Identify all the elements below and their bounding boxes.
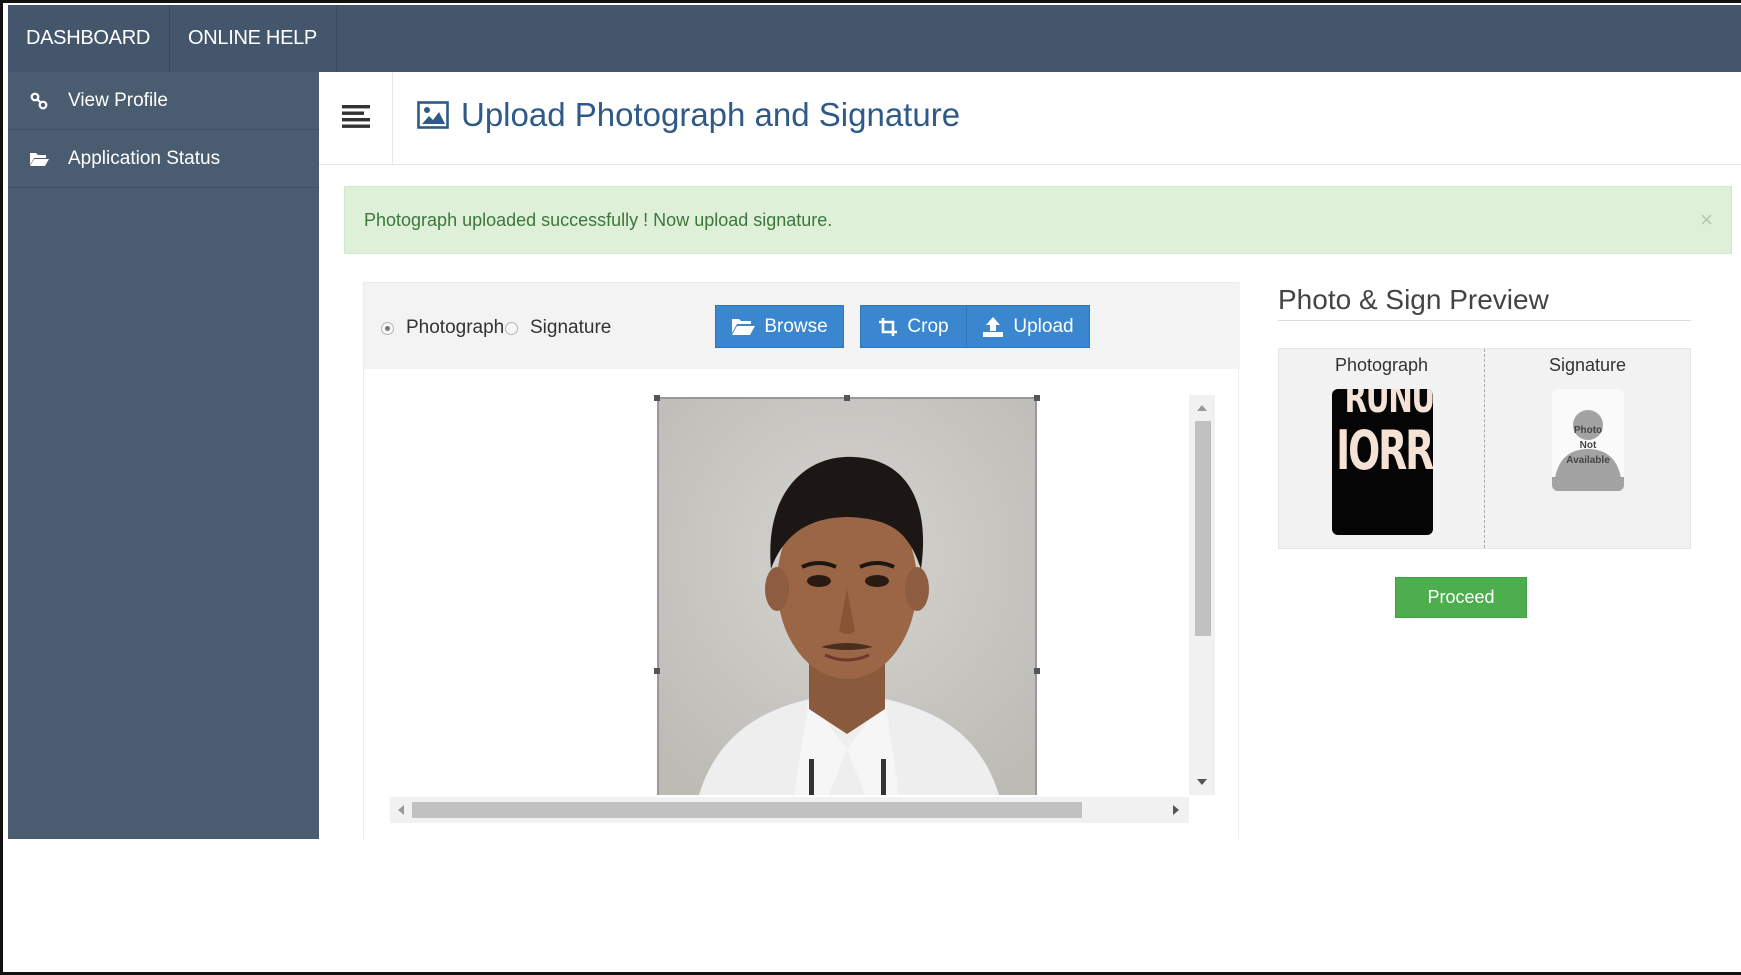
page-title: Upload Photograph and Signature [417, 96, 960, 134]
crop-handle[interactable] [1034, 395, 1040, 401]
upload-button[interactable]: Upload [966, 305, 1090, 348]
portrait-image [659, 399, 1035, 795]
upload-toolbar: Photograph Signature Browse Crop Upload [364, 283, 1240, 369]
proceed-button[interactable]: Proceed [1395, 577, 1527, 618]
sidebar-item-view-profile[interactable]: View Profile [8, 72, 319, 130]
page-title-text: Upload Photograph and Signature [461, 96, 961, 133]
browse-button[interactable]: Browse [715, 305, 844, 348]
nav-dashboard[interactable]: DASHBOARD [8, 5, 170, 72]
crop-editor[interactable] [390, 395, 1216, 825]
vertical-scrollbar[interactable] [1189, 395, 1215, 795]
scroll-down-arrow-icon[interactable] [1197, 779, 1207, 785]
radio-dot-selected[interactable] [381, 321, 394, 335]
preview-sign-label: Signature [1548, 355, 1627, 375]
radio-photograph-label: Photograph [406, 317, 505, 338]
crop-handle[interactable] [654, 668, 660, 674]
scroll-up-arrow-icon[interactable] [1197, 405, 1207, 411]
crop-icon [878, 317, 898, 337]
preview-divider-line [1278, 320, 1691, 321]
radio-signature-label: Signature [530, 317, 612, 338]
preview-photo-label: Photograph [1334, 355, 1429, 375]
horizontal-scrollbar[interactable] [390, 797, 1189, 823]
sidebar-item-label: View Profile [68, 89, 168, 111]
preview-divider [1484, 349, 1485, 548]
upload-icon [982, 316, 1004, 338]
top-nav: DASHBOARD ONLINE HELP [8, 5, 1741, 72]
radio-signature[interactable]: Signature [505, 317, 611, 339]
placeholder-line: Photo [1573, 425, 1603, 436]
crop-handle[interactable] [654, 395, 660, 401]
preview-title: Photo & Sign Preview [1278, 284, 1549, 315]
alert-close-button[interactable]: × [1700, 187, 1713, 253]
nav-online-help[interactable]: ONLINE HELP [170, 5, 337, 72]
image-icon [417, 101, 449, 129]
photo-thumb-text: RUNU [1344, 389, 1434, 422]
photo-not-available-text: Photo Not Available [1552, 423, 1624, 468]
photo-thumbnail: RUNU IORRO [1332, 389, 1433, 535]
crop-button[interactable]: Crop [860, 305, 967, 348]
crop-label: Crop [907, 315, 949, 337]
vertical-scroll-thumb[interactable] [1195, 421, 1211, 636]
radio-photograph[interactable]: Photograph [381, 317, 504, 339]
crop-canvas[interactable] [390, 395, 1190, 795]
uploaded-photo[interactable] [657, 397, 1037, 795]
link-icon [28, 90, 50, 112]
placeholder-line: Available [1566, 455, 1610, 466]
crop-handle[interactable] [844, 395, 850, 401]
folder-open-icon [731, 317, 756, 336]
sidebar: View Profile Application Status [8, 72, 319, 839]
photo-thumb-text: IORRO [1336, 419, 1433, 482]
success-alert: Photograph uploaded successfully ! Now u… [344, 186, 1732, 254]
signature-placeholder: Photo Not Available [1552, 389, 1624, 491]
scroll-right-arrow-icon[interactable] [1173, 805, 1179, 815]
alert-message: Photograph uploaded successfully ! Now u… [364, 210, 833, 230]
placeholder-line: Not [1579, 440, 1597, 451]
browse-label: Browse [764, 315, 828, 337]
scroll-left-arrow-icon[interactable] [398, 805, 404, 815]
crop-handle[interactable] [1034, 668, 1040, 674]
upload-panel: Photograph Signature Browse Crop Upload [363, 282, 1240, 839]
menu-toggle-button[interactable] [319, 72, 393, 165]
main-content: Upload Photograph and Signature Photogra… [319, 72, 1741, 839]
page-header: Upload Photograph and Signature [319, 72, 1741, 165]
sidebar-item-label: Application Status [68, 147, 221, 169]
preview-box: Photograph Signature RUNU IORRO Photo No… [1278, 348, 1691, 549]
menu-icon [341, 104, 370, 133]
horizontal-scroll-thumb[interactable] [412, 802, 1082, 818]
folder-open-icon [28, 148, 50, 170]
radio-dot[interactable] [505, 321, 518, 335]
sidebar-item-application-status[interactable]: Application Status [8, 130, 319, 188]
upload-label: Upload [1013, 315, 1074, 337]
